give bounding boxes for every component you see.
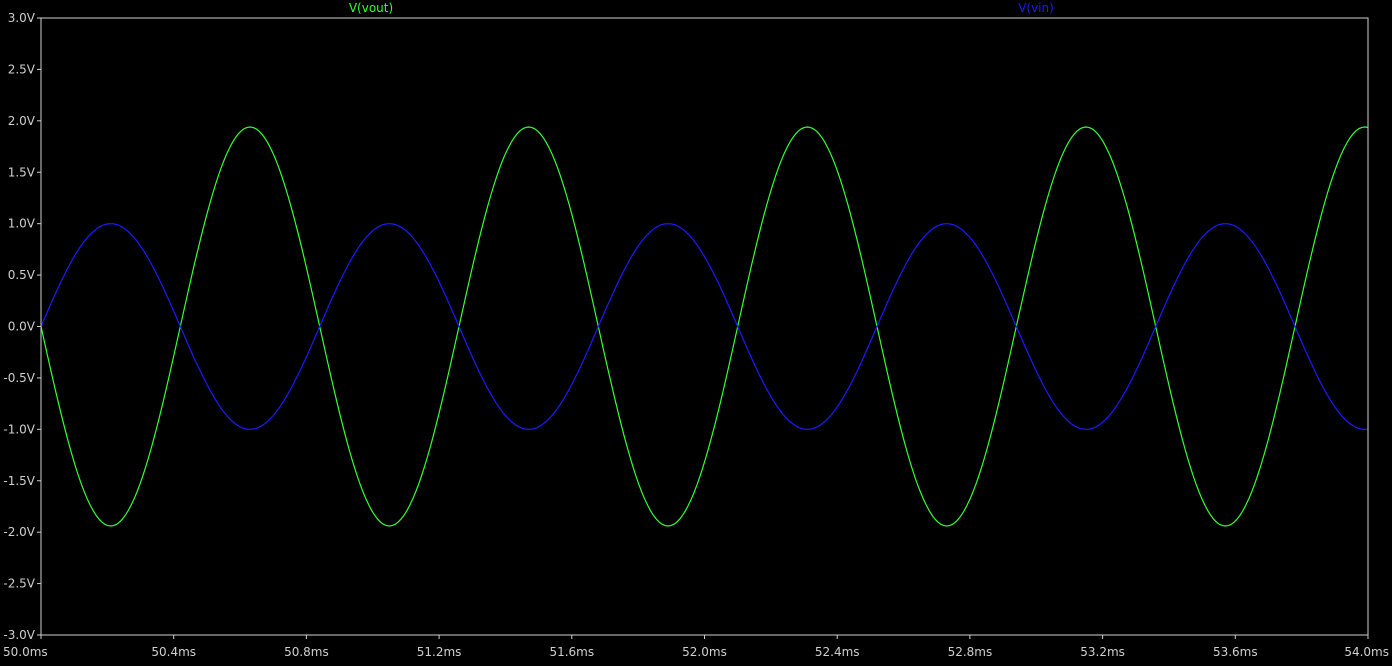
y-tick-label: -2.0V (3, 525, 35, 539)
series-line-vvout[interactable] (40, 126, 1369, 527)
x-tick-label: 53.2ms (1080, 645, 1125, 659)
y-tick-label: -0.5V (3, 371, 35, 385)
x-tick-label: 54.0ms (1344, 645, 1389, 659)
y-tick-label: -3.0V (3, 628, 35, 642)
series-line-vvin[interactable] (40, 223, 1369, 430)
x-tick-label: 53.6ms (1213, 645, 1258, 659)
y-tick-label: 1.5V (8, 165, 36, 179)
x-tick-label: 52.4ms (815, 645, 860, 659)
plot-frame (40, 17, 1369, 636)
x-tick-label: 50.0ms (3, 645, 48, 659)
y-tick-label: 1.0V (8, 217, 36, 231)
y-tick-label: -1.5V (3, 474, 35, 488)
x-tick-label: 51.6ms (549, 645, 594, 659)
x-axis: 50.0ms 50.4ms 50.8ms 51.2ms 51.6ms 52.0ms 52.4… (3, 635, 1389, 659)
legend: V(vout) V(vin) (349, 1, 1054, 15)
y-tick-label: 2.0V (8, 114, 36, 128)
y-tick-label: -2.5V (3, 577, 35, 591)
y-axis: 3.0V 2.5V 2.0V 1.5V 1.0V 0.5V 0.0V -0.5V -1.0V -1… (3, 11, 41, 642)
x-tick-label: 52.8ms (948, 645, 993, 659)
x-tick-label: 52.0ms (682, 645, 727, 659)
legend-label-vin[interactable]: V(vin) (1018, 1, 1054, 15)
y-tick-label: 0.0V (8, 320, 36, 334)
x-tick-label: 50.4ms (151, 645, 196, 659)
legend-label-vout[interactable]: V(vout) (349, 1, 393, 15)
y-tick-label: 0.5V (8, 268, 36, 282)
y-tick-label: 3.0V (8, 11, 36, 25)
waveform-viewer: 3.0V 2.5V 2.0V 1.5V 1.0V 0.5V 0.0V -0.5V -1.0V -1… (0, 0, 1392, 661)
series-layer (40, 126, 1369, 527)
y-tick-label: -1.0V (3, 422, 35, 436)
x-tick-label: 51.2ms (417, 645, 462, 659)
x-tick-label: 50.8ms (284, 645, 329, 659)
y-tick-label: 2.5V (8, 62, 36, 76)
waveform-chart[interactable]: 3.0V 2.5V 2.0V 1.5V 1.0V 0.5V 0.0V -0.5V -1.0V -1… (0, 0, 1392, 661)
